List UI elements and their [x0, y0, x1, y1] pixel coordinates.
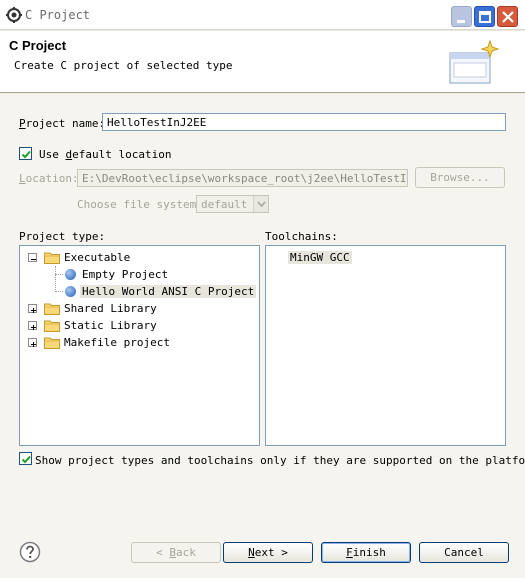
show-supported-only-checkbox[interactable] [19, 452, 32, 465]
toolchains-list[interactable]: MinGW GCC [265, 245, 506, 446]
tree-item-label: Hello World ANSI C Project [80, 285, 257, 298]
tree-item-label: Makefile project [64, 336, 170, 349]
project-name-label: Project name: [19, 117, 106, 130]
toolchain-item-mingw-gcc[interactable]: MinGW GCC [266, 249, 505, 266]
show-supported-only-label: Show project types and toolchains only i… [35, 454, 525, 467]
folder-icon [44, 320, 60, 332]
tree-item-makefile-project[interactable]: Makefile project [20, 334, 259, 351]
location-label: Location: [19, 172, 79, 185]
new-window-wizard-icon [449, 39, 500, 84]
wizard-title: C Project [9, 38, 67, 53]
maximize-icon [479, 11, 491, 23]
tree-item-label: Static Library [64, 319, 157, 332]
checkmark-icon [21, 150, 31, 159]
tree-item-hello-world[interactable]: Hello World ANSI C Project [20, 283, 259, 300]
finish-button[interactable]: Finish [321, 542, 411, 563]
template-bullet-icon [65, 269, 76, 280]
next-button[interactable]: Next > [223, 542, 313, 563]
minimize-icon [457, 20, 465, 23]
location-input[interactable]: E:\DevRoot\eclipse\workspace_root\j2ee\H… [77, 169, 408, 187]
maximize-button[interactable] [474, 6, 495, 27]
title-bar[interactable]: C Project [0, 0, 525, 30]
folder-icon [44, 337, 60, 349]
folder-icon [44, 252, 60, 264]
toolchains-label: Toolchains: [265, 230, 338, 243]
default-location-label: Use default location [39, 148, 172, 161]
tree-item-static-library[interactable]: Static Library [20, 317, 259, 334]
minimize-button[interactable] [451, 6, 472, 27]
tree-item-shared-library[interactable]: Shared Library [20, 300, 259, 317]
tree-item-label: Shared Library [64, 302, 157, 315]
expand-icon[interactable] [28, 321, 37, 330]
close-icon [502, 11, 514, 23]
project-type-label: Project type: [19, 230, 106, 243]
expand-icon[interactable] [28, 338, 37, 347]
tree-item-executable[interactable]: Executable [20, 249, 259, 266]
project-type-tree[interactable]: Executable Empty Project Hello World ANS… [19, 245, 260, 446]
toolchain-label: MinGW GCC [288, 251, 352, 264]
collapse-icon[interactable] [28, 253, 37, 262]
file-system-value: default [201, 198, 248, 211]
window-title: C Project [25, 8, 91, 22]
eclipse-gear-icon [6, 7, 22, 23]
default-location-checkbox[interactable] [19, 147, 32, 160]
wizard-header: C Project Create C project of selected t… [0, 31, 525, 93]
back-button[interactable]: < Back [131, 542, 221, 563]
chevron-down-icon [253, 196, 268, 212]
file-system-select[interactable]: default [196, 195, 269, 213]
checkmark-icon [21, 455, 31, 464]
close-button[interactable] [497, 6, 518, 27]
template-bullet-icon [65, 286, 76, 297]
project-name-input[interactable]: HelloTestInJ2EE [102, 113, 506, 131]
file-system-label: Choose file system: [77, 198, 203, 211]
tree-item-label: Executable [64, 251, 131, 264]
expand-icon[interactable] [28, 304, 37, 313]
help-icon[interactable] [19, 541, 41, 563]
tree-item-label: Empty Project [82, 268, 169, 281]
folder-icon [44, 303, 60, 315]
browse-button[interactable]: Browse... [415, 167, 505, 188]
tree-item-empty-project[interactable]: Empty Project [20, 266, 259, 283]
wizard-description: Create C project of selected type [14, 59, 233, 72]
cancel-button[interactable]: Cancel [419, 542, 509, 563]
